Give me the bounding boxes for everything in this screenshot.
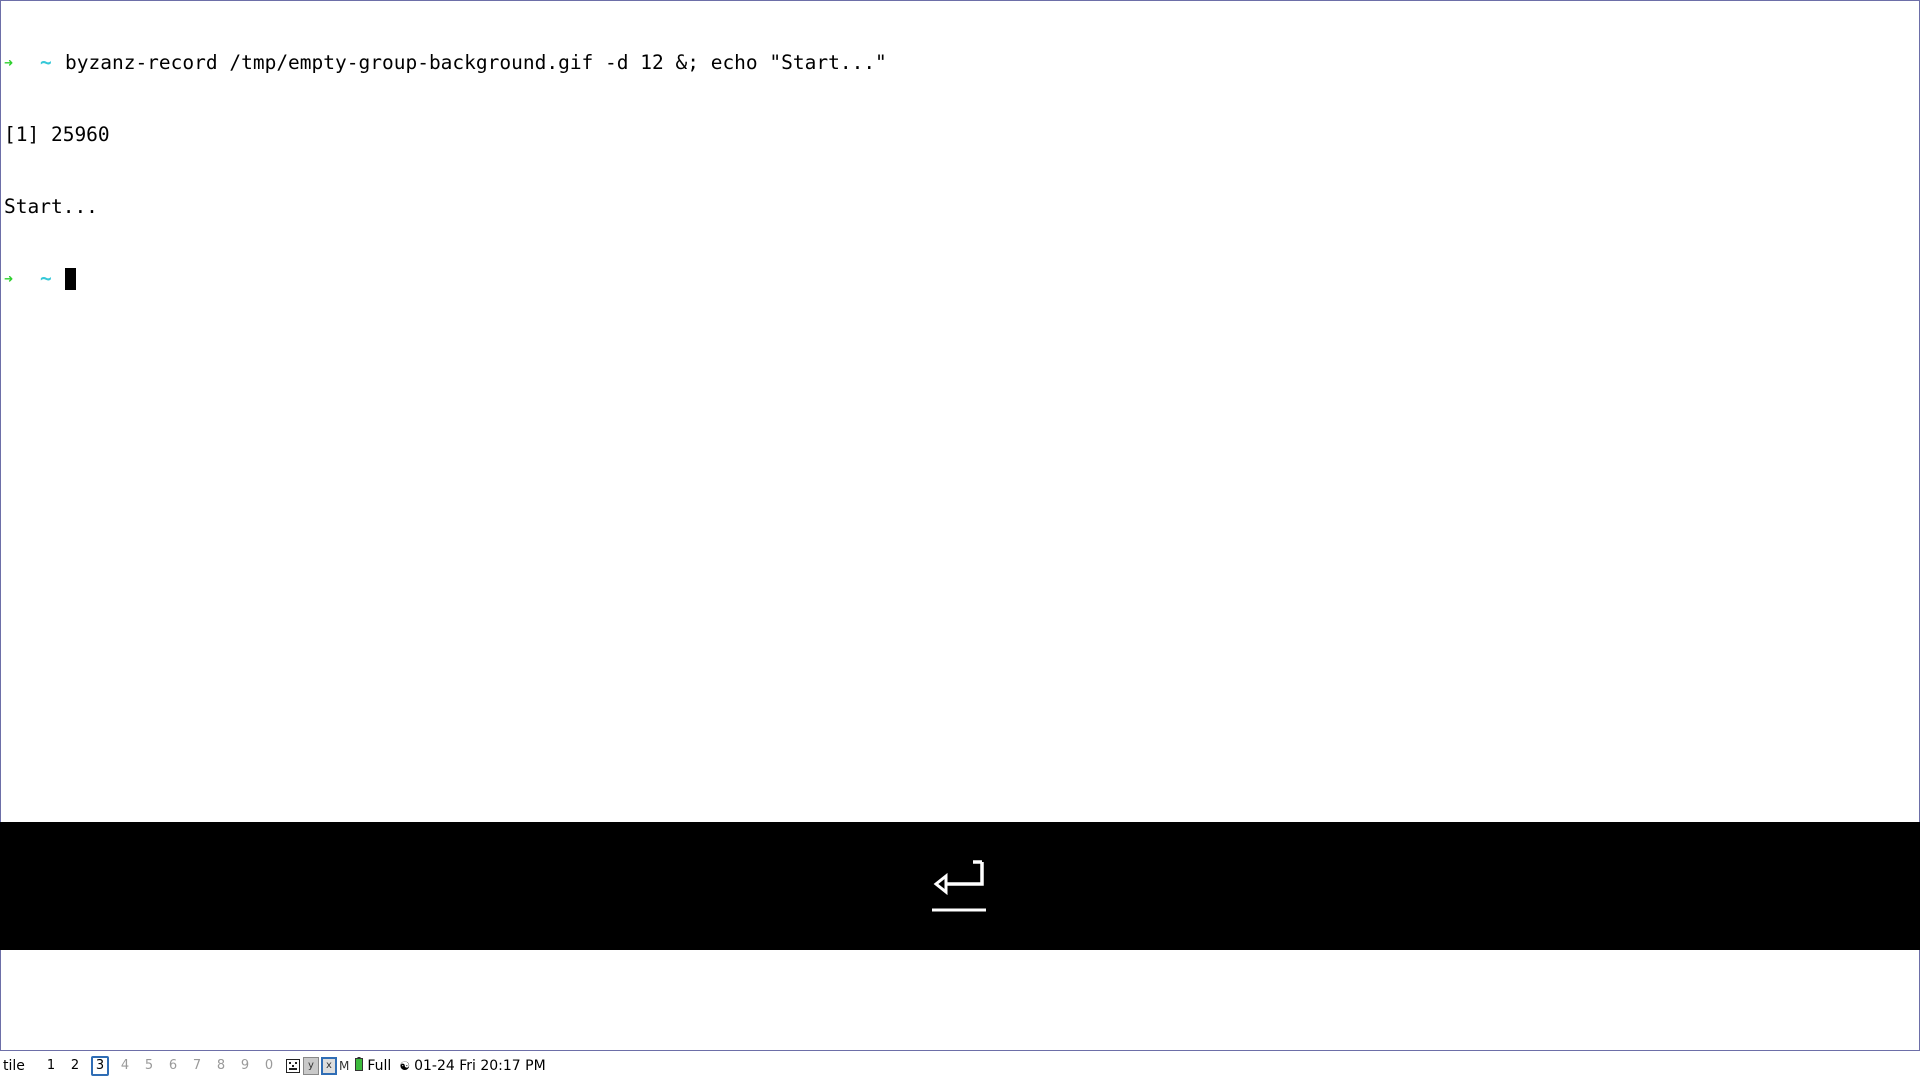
terminal-line-output: Start... — [4, 195, 887, 219]
prompt-arrow-icon: ➜ — [4, 54, 14, 72]
terminal-output: ➜ ~ byzanz-record /tmp/empty-group-backg… — [4, 3, 887, 339]
terminal-line-command: ➜ ~ byzanz-record /tmp/empty-group-backg… — [4, 51, 887, 75]
terminal-line-output: [1] 25960 — [4, 123, 887, 147]
keystroke-overlay — [0, 822, 1920, 950]
command-text: byzanz-record /tmp/empty-group-backgroun… — [65, 51, 887, 74]
workspace-list: 1 2 3 4 5 6 7 8 9 0 — [43, 1055, 285, 1076]
clock[interactable]: 01-24 Fri 20:17 PM — [414, 1058, 546, 1074]
text-cursor — [65, 268, 76, 290]
tray-label-m: M — [339, 1058, 350, 1073]
workspace-item[interactable]: 3 — [91, 1055, 109, 1076]
keyboard-icon[interactable] — [285, 1057, 301, 1075]
workspace-item[interactable]: 4 — [117, 1057, 133, 1075]
workspace-item[interactable]: 1 — [43, 1057, 59, 1075]
workspace-item[interactable]: 7 — [189, 1057, 205, 1075]
prompt-directory: ~ — [40, 267, 52, 290]
job-id-output: [1] 25960 — [4, 123, 110, 146]
tray-app-x[interactable]: x — [321, 1056, 337, 1075]
prompt-arrow-icon: ➜ — [4, 270, 14, 288]
battery-icon — [355, 1056, 364, 1075]
echo-output: Start... — [4, 195, 98, 218]
battery-status: Full — [367, 1057, 392, 1074]
workspace-item[interactable]: 0 — [261, 1057, 277, 1075]
layout-indicator[interactable]: tile — [3, 1058, 43, 1074]
workspace-item[interactable]: 9 — [237, 1057, 253, 1075]
tray-app-y[interactable]: y — [303, 1056, 319, 1075]
status-bar: tile 1 2 3 4 5 6 7 8 9 0 y x M Full ☯ 01… — [0, 1051, 1920, 1080]
workspace-item[interactable]: 6 — [165, 1057, 181, 1075]
system-tray: y x M — [285, 1056, 355, 1075]
workspace-item[interactable]: 8 — [213, 1057, 229, 1075]
terminal-line-prompt[interactable]: ➜ ~ — [4, 267, 887, 291]
workspace-item[interactable]: 2 — [67, 1057, 83, 1075]
workspace-item[interactable]: 5 — [141, 1057, 157, 1075]
prompt-directory: ~ — [40, 51, 52, 74]
night-mode-icon[interactable]: ☯ — [399, 1059, 410, 1073]
enter-key-icon — [932, 860, 986, 912]
